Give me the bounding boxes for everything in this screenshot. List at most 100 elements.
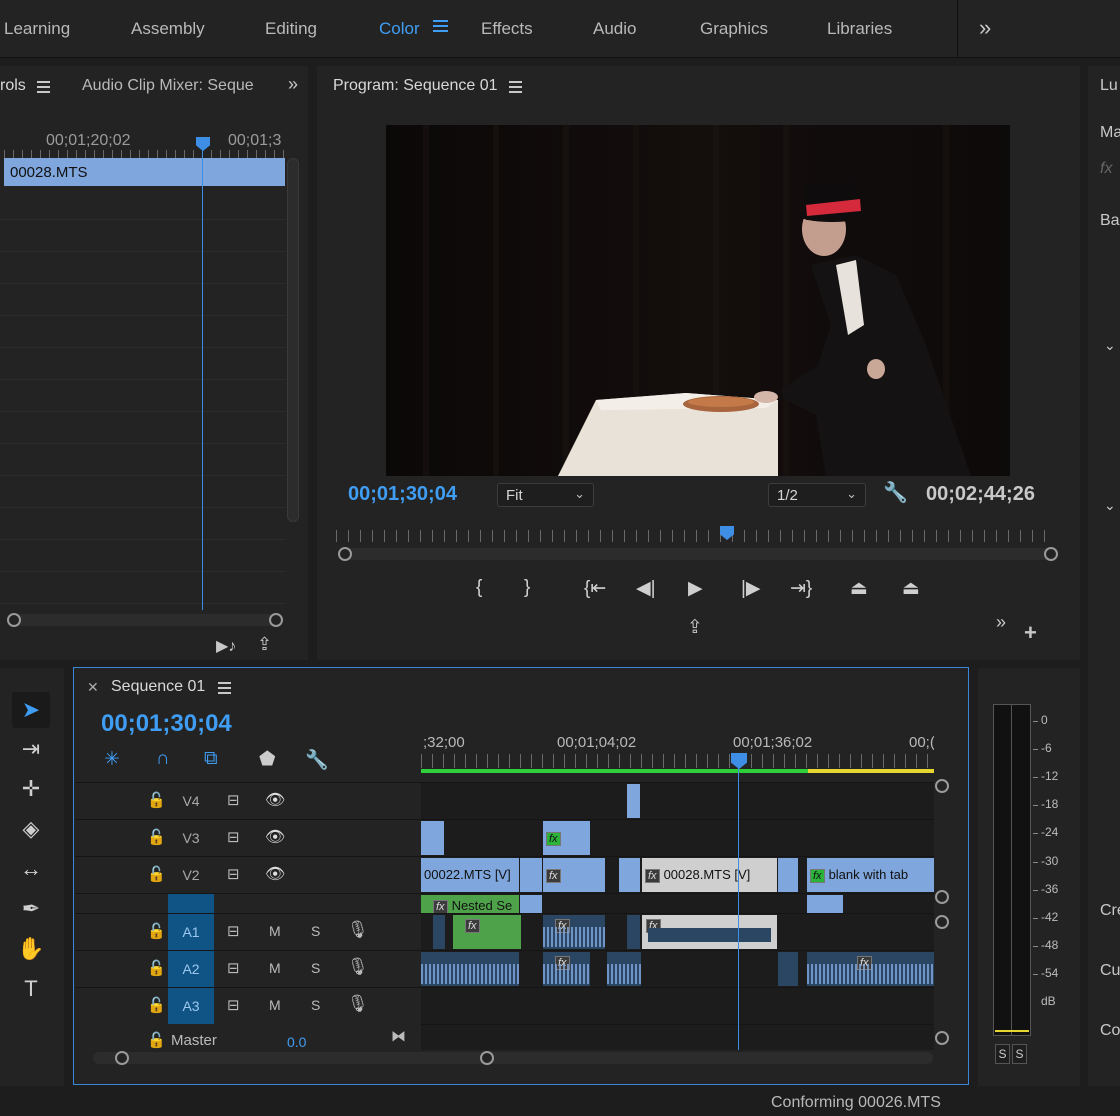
solo-button[interactable]: S [311, 960, 320, 976]
export-frame-icon[interactable]: ⇪ [687, 616, 703, 639]
workspace-color[interactable]: Color [379, 19, 420, 39]
clip-v3[interactable]: fx [543, 821, 590, 855]
chevron-down-icon[interactable]: ⌄ [1104, 337, 1116, 354]
track-header-a3[interactable]: 🔓 A3 ⊟ M S 🎙 [75, 987, 421, 1024]
creative-section[interactable]: Cre [1100, 902, 1120, 920]
track-target[interactable] [168, 894, 214, 913]
track-name[interactable]: A1 [168, 914, 214, 950]
audio-scroll-handle-top[interactable] [935, 915, 949, 929]
clip-v2[interactable] [619, 858, 640, 892]
playback-resolution-select[interactable]: 1/2 ⌄ [768, 483, 866, 507]
solo-button[interactable]: S [311, 997, 320, 1013]
audio-scroll-handle-bottom[interactable] [935, 1031, 949, 1045]
scroll-handle-right[interactable] [1044, 547, 1058, 561]
basic-correction-section[interactable]: Ba [1100, 212, 1120, 230]
audio-clip[interactable] [607, 952, 641, 986]
hand-tool-icon[interactable]: ✋ [16, 934, 46, 964]
scroll-handle-left[interactable] [115, 1051, 129, 1065]
step-forward-icon[interactable]: |▶ [741, 577, 761, 600]
sync-lock-icon[interactable]: ⊟ [227, 959, 240, 977]
audio-clip[interactable] [627, 915, 640, 949]
workspace-menu-icon[interactable] [433, 20, 448, 35]
microphone-icon[interactable]: 🎙 [347, 957, 369, 977]
scroll-handle-left[interactable] [338, 547, 352, 561]
clip-v2[interactable] [778, 858, 798, 892]
pen-tool-icon[interactable]: ✒ [16, 894, 46, 924]
add-marker-icon[interactable]: ⬟ [259, 748, 276, 771]
eye-icon[interactable]: 👁 [265, 827, 285, 847]
color-wheels-section[interactable]: Co [1100, 1022, 1120, 1040]
chevron-down-icon[interactable]: ⌄ [1104, 497, 1116, 514]
sync-lock-icon[interactable]: ⊟ [227, 828, 240, 846]
go-to-end-icon[interactable]: ⧓ [391, 1027, 406, 1045]
slip-tool-icon[interactable]: ↔ [16, 854, 46, 884]
workspace-learning[interactable]: Learning [4, 19, 70, 39]
video-scroll-handle-top[interactable] [935, 779, 949, 793]
scroll-handle-left[interactable] [7, 613, 21, 627]
vertical-scrollbar[interactable] [287, 158, 299, 522]
mark-out-icon[interactable]: } [524, 577, 530, 599]
snap-icon[interactable]: ∩ [156, 748, 170, 770]
track-area-master[interactable] [421, 1024, 934, 1050]
audio-clip[interactable] [778, 952, 798, 986]
eye-icon[interactable]: 👁 [265, 864, 285, 884]
workspace-editing[interactable]: Editing [265, 19, 317, 39]
clip-v2[interactable]: fx blank with tab [807, 858, 934, 892]
microphone-icon[interactable]: 🎙 [347, 920, 369, 940]
close-icon[interactable]: ✕ [87, 679, 99, 696]
program-monitor-title[interactable]: Program: Sequence 01 [333, 77, 498, 95]
ripple-edit-tool-icon[interactable]: ✛ [16, 774, 46, 804]
current-timecode[interactable]: 00;01;30;04 [348, 483, 457, 506]
zoom-scrollbar[interactable] [340, 548, 1056, 560]
clip-bar[interactable]: 00028.MTS [4, 158, 285, 186]
workspace-libraries[interactable]: Libraries [827, 19, 892, 39]
lock-icon[interactable]: 🔓 [147, 1031, 166, 1049]
lock-icon[interactable]: 🔓 [147, 828, 166, 846]
program-video-frame[interactable] [386, 125, 1010, 476]
keyframe-area[interactable] [0, 188, 285, 608]
audio-clip[interactable]: fx [543, 952, 590, 986]
audio-clip[interactable]: fx [642, 915, 777, 949]
solo-right-button[interactable]: S [1012, 1044, 1027, 1064]
workspace-effects[interactable]: Effects [481, 19, 533, 39]
clip-nested-sequence[interactable]: fx Nested Se [421, 895, 519, 913]
timeline-settings-wrench-icon[interactable]: 🔧 [305, 748, 329, 772]
solo-button[interactable]: S [311, 923, 320, 939]
video-scroll-handle-bottom[interactable] [935, 890, 949, 904]
track-header-v2[interactable]: 🔓 V2 ⊟ 👁 [75, 856, 421, 893]
track-name[interactable]: V4 [168, 783, 214, 819]
audio-clip[interactable]: fx [807, 952, 934, 986]
button-editor-icon[interactable]: + [1024, 620, 1037, 646]
time-ruler[interactable] [4, 150, 284, 158]
track-area-v2[interactable]: 00022.MTS [V] fx fx 00028.MTS [V] fx blank… [421, 856, 934, 893]
settings-wrench-icon[interactable]: 🔧 [883, 480, 908, 505]
razor-tool-icon[interactable]: ◈ [16, 814, 46, 844]
clip-v2[interactable] [520, 858, 542, 892]
audio-clip[interactable] [433, 915, 445, 949]
track-area-v3[interactable]: fx [421, 819, 934, 856]
track-area-v1[interactable]: fx Nested Se [421, 893, 934, 913]
lock-icon[interactable]: 🔓 [147, 791, 166, 809]
timeline-title[interactable]: Sequence 01 [111, 678, 205, 696]
lock-icon[interactable]: 🔓 [147, 996, 166, 1014]
clip-v3[interactable] [421, 821, 444, 855]
panel-menu-icon[interactable] [509, 81, 522, 96]
clip-v1[interactable] [520, 895, 542, 913]
mute-button[interactable]: M [269, 960, 281, 976]
lift-icon[interactable]: ⏏ [850, 577, 868, 600]
play-audio-icon[interactable]: ▶♪ [216, 636, 236, 656]
track-area-a3[interactable] [421, 987, 934, 1024]
more-buttons-icon[interactable]: » [996, 612, 1006, 633]
export-icon[interactable]: ⇪ [257, 634, 272, 655]
timeline-zoom-scrollbar[interactable] [93, 1052, 933, 1064]
type-tool-icon[interactable]: T [16, 974, 46, 1004]
sync-lock-icon[interactable]: ⊟ [227, 791, 240, 809]
workspace-graphics[interactable]: Graphics [700, 19, 768, 39]
track-area-v4[interactable] [421, 782, 934, 819]
zoom-level-select[interactable]: Fit ⌄ [497, 483, 594, 507]
track-name[interactable]: A2 [168, 951, 214, 987]
sync-lock-icon[interactable]: ⊟ [227, 865, 240, 883]
scroll-handle-right[interactable] [480, 1051, 494, 1065]
program-time-ruler[interactable] [336, 530, 1046, 542]
more-tabs-icon[interactable]: » [288, 74, 298, 95]
